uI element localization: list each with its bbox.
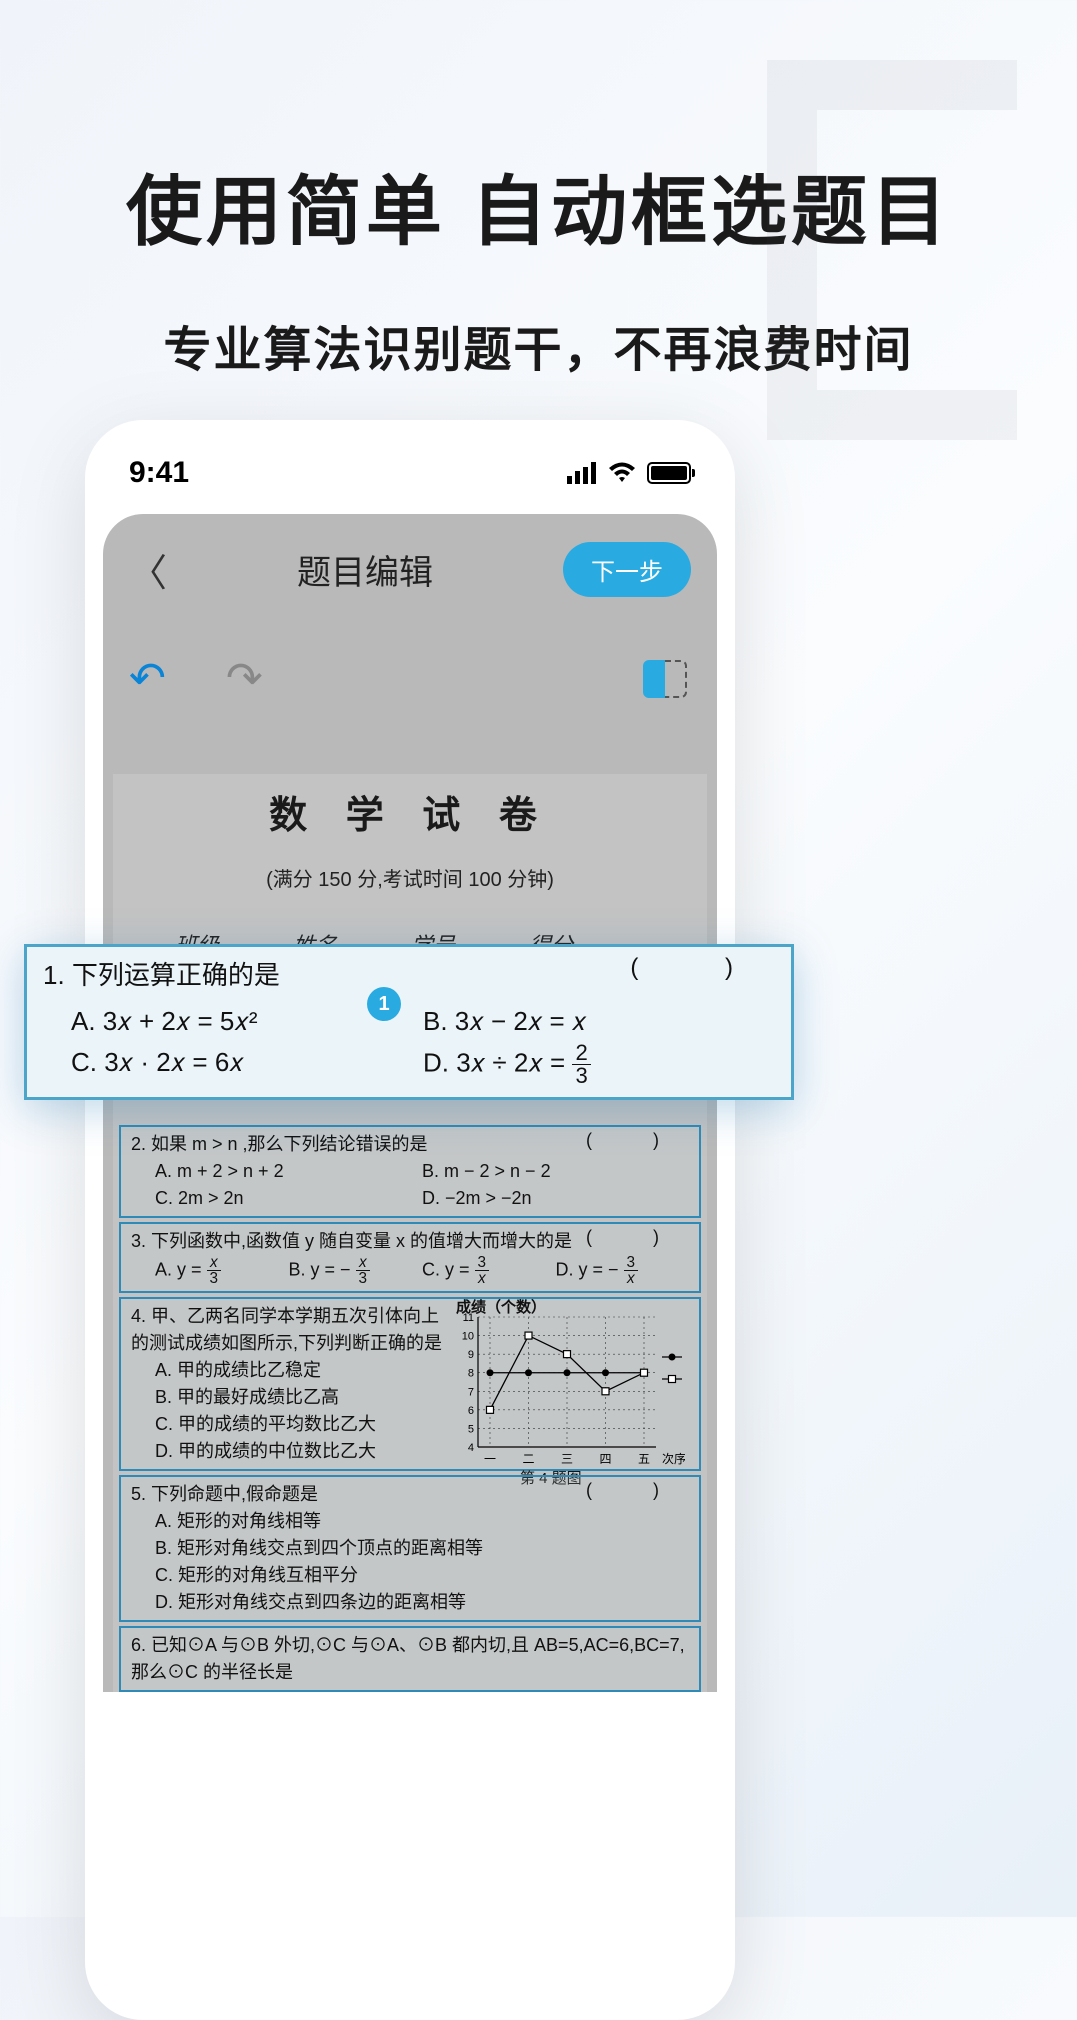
q3-opt-d: D. y = − 3x: [556, 1255, 690, 1287]
q2-opt-c: C. 2m > 2n: [155, 1185, 422, 1212]
wifi-icon: [607, 462, 637, 484]
status-icons: [567, 462, 691, 484]
crop-toggle-icon[interactable]: [643, 657, 691, 701]
q4-opt-d: D. 甲的成绩的中位数比乙大: [155, 1438, 449, 1465]
q4-opt-b: B. 甲的最好成绩比乙高: [155, 1384, 449, 1411]
svg-text:二: 二: [522, 1452, 534, 1466]
app-screen: 〈 题目编辑 下一步 ↶ ↷ 数 学 试 卷 (满分 150 分,考试时间 10…: [103, 514, 717, 1696]
q6-stem: 6. 已知⊙A 与⊙B 外切,⊙C 与⊙A、⊙B 都内切,且 AB=5,AC=6…: [131, 1632, 689, 1686]
question-box-2[interactable]: ( ) 2. 如果 m > n ,那么下列结论错误的是 A. m + 2 > n…: [119, 1125, 701, 1218]
svg-text:10: 10: [462, 1330, 474, 1342]
screen-title: 题目编辑: [297, 545, 433, 594]
exam-paper: 数 学 试 卷 (满分 150 分,考试时间 100 分钟) 班级 姓名 学号 …: [103, 734, 717, 1692]
question-box-5[interactable]: ( ) 5. 下列命题中,假命题是 A. 矩形的对角线相等 B. 矩形对角线交点…: [119, 1475, 701, 1622]
question-box-3[interactable]: ( ) 3. 下列函数中,函数值 y 随自变量 x 的值增大而增大的是 A. y…: [119, 1222, 701, 1293]
question-box-4[interactable]: 4. 甲、乙两名同学本学期五次引体向上的测试成绩如图所示,下列判断正确的是 A.…: [119, 1297, 701, 1471]
back-button[interactable]: 〈: [129, 542, 167, 597]
q2-opt-b: B. m − 2 > n − 2: [422, 1158, 689, 1185]
svg-text:四: 四: [599, 1452, 611, 1466]
q4-opt-c: C. 甲的成绩的平均数比乙大: [155, 1411, 449, 1438]
q4-opt-a: A. 甲的成绩比乙稳定: [155, 1357, 449, 1384]
q4-chart: 成绩（个数） 4567891011一二三四五次序甲乙 第 4 题图: [450, 1299, 685, 1469]
paper-meta: (满分 150 分,考试时间 100 分钟): [113, 863, 707, 892]
svg-text:8: 8: [468, 1367, 474, 1379]
q2-opt-d: D. −2m > −2n: [422, 1185, 689, 1212]
next-button[interactable]: 下一步: [563, 542, 691, 597]
svg-text:三: 三: [561, 1452, 573, 1466]
status-time: 9:41: [129, 456, 189, 490]
q1-opt-d: D. 3𝑥 ÷ 2𝑥 = 23: [423, 1042, 775, 1087]
svg-text:5: 5: [468, 1423, 474, 1435]
q1-opt-b: B. 3𝑥 − 2𝑥 = 𝑥: [423, 1001, 775, 1043]
q2-opt-a: A. m + 2 > n + 2: [155, 1158, 422, 1185]
q5-opt-a: A. 矩形的对角线相等: [155, 1508, 689, 1535]
redo-icon[interactable]: ↷: [226, 653, 263, 704]
q3-opt-c: C. y = 3x: [422, 1255, 556, 1287]
phone-mockup: 9:41 〈 题目编辑 下一步 ↶ ↷ 数 学 试 卷 (满分 150 分,考试…: [85, 420, 735, 2020]
toolbar: ↶ ↷: [103, 625, 717, 734]
svg-text:4: 4: [468, 1442, 474, 1454]
q4-stem: 4. 甲、乙两名同学本学期五次引体向上的测试成绩如图所示,下列判断正确的是: [131, 1303, 449, 1357]
app-header: 〈 题目编辑 下一步: [103, 514, 717, 625]
q1-opt-c: C. 3𝑥 · 2𝑥 = 6𝑥: [71, 1042, 423, 1087]
answer-bracket: ( ): [630, 949, 773, 987]
svg-text:一: 一: [484, 1452, 496, 1466]
selected-question-overlay[interactable]: ( ) 1 1. 下列运算正确的是 A. 3𝑥 + 2𝑥 = 5𝑥² B. 3𝑥…: [24, 944, 794, 1100]
q3-opt-a: A. y = x3: [155, 1255, 289, 1287]
question-box-6[interactable]: 6. 已知⊙A 与⊙B 外切,⊙C 与⊙A、⊙B 都内切,且 AB=5,AC=6…: [119, 1626, 701, 1692]
svg-text:6: 6: [468, 1404, 474, 1416]
svg-text:五: 五: [638, 1452, 650, 1466]
signal-icon: [567, 462, 597, 484]
battery-icon: [647, 462, 691, 484]
svg-text:次序: 次序: [662, 1451, 685, 1466]
svg-text:9: 9: [468, 1349, 474, 1361]
q5-opt-c: C. 矩形的对角线互相平分: [155, 1562, 689, 1589]
svg-text:7: 7: [468, 1386, 474, 1398]
paper-title: 数 学 试 卷: [113, 784, 707, 839]
question-number-badge: 1: [367, 987, 401, 1021]
q5-opt-b: B. 矩形对角线交点到四个顶点的距离相等: [155, 1535, 689, 1562]
q3-opt-b: B. y = − x3: [289, 1255, 423, 1287]
q5-opt-d: D. 矩形对角线交点到四条边的距离相等: [155, 1589, 689, 1616]
undo-icon[interactable]: ↶: [129, 653, 166, 704]
status-bar: 9:41: [85, 420, 735, 514]
